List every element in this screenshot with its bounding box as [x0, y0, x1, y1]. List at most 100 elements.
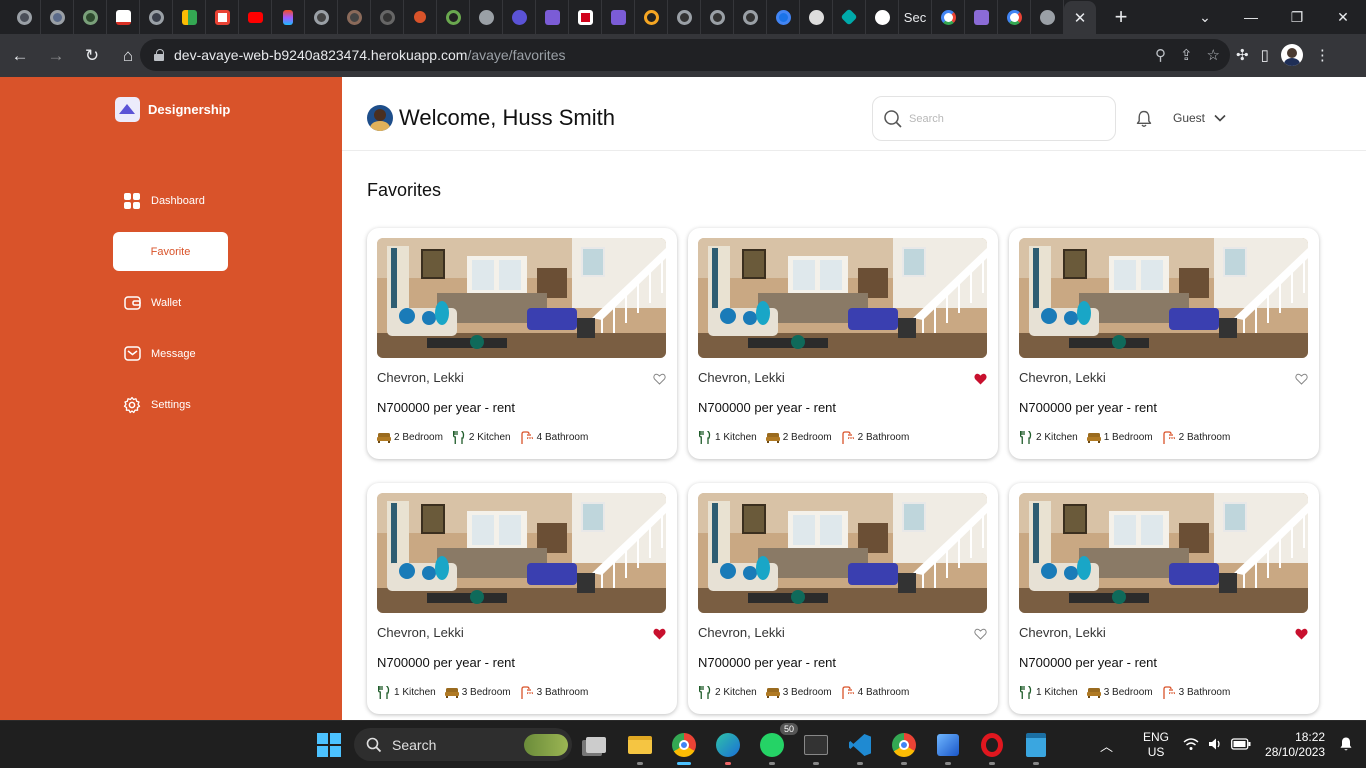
- minimize-icon[interactable]: —: [1228, 0, 1274, 34]
- tab[interactable]: [701, 0, 734, 34]
- tab[interactable]: [800, 0, 833, 34]
- tab[interactable]: [206, 0, 239, 34]
- tab[interactable]: [107, 0, 140, 34]
- tab[interactable]: [371, 0, 404, 34]
- vscode-icon[interactable]: [844, 729, 876, 765]
- battery-icon[interactable]: [1231, 737, 1251, 753]
- tab[interactable]: [8, 0, 41, 34]
- notification-bell-icon[interactable]: [1339, 736, 1353, 755]
- opera-icon[interactable]: [976, 729, 1008, 765]
- property-image[interactable]: [377, 493, 666, 613]
- property-card[interactable]: Chevron, Lekki N700000 per year - rent 2 K…: [688, 483, 998, 714]
- tab[interactable]: [932, 0, 965, 34]
- taskbar-search[interactable]: Search: [354, 728, 572, 761]
- user-role-dropdown[interactable]: Guest: [1173, 107, 1227, 129]
- tab[interactable]: [833, 0, 866, 34]
- tab[interactable]: [569, 0, 602, 34]
- forward-icon[interactable]: →: [40, 40, 72, 72]
- menu-kebab-icon[interactable]: ⋮: [1315, 46, 1330, 64]
- chrome-icon[interactable]: [668, 729, 700, 765]
- back-icon[interactable]: ←: [4, 40, 36, 72]
- notepad-icon[interactable]: [1020, 729, 1052, 765]
- chrome-icon[interactable]: [888, 729, 920, 765]
- sidebar-item-message[interactable]: Message: [113, 334, 228, 373]
- bookmark-star-icon[interactable]: ☆: [1207, 46, 1220, 64]
- sidebar-item-dashboard[interactable]: Dashboard: [113, 181, 228, 220]
- tab[interactable]: [503, 0, 536, 34]
- tab[interactable]: [536, 0, 569, 34]
- windows-start-icon[interactable]: [317, 733, 341, 757]
- tab[interactable]: [734, 0, 767, 34]
- sidebar-item-settings[interactable]: Settings: [113, 385, 228, 424]
- edge-icon[interactable]: [712, 729, 744, 765]
- volume-icon[interactable]: [1207, 737, 1223, 754]
- tab[interactable]: [305, 0, 338, 34]
- brand[interactable]: Designership: [115, 97, 230, 122]
- property-image[interactable]: [698, 493, 987, 613]
- heart-outline-icon[interactable]: [653, 372, 666, 390]
- tab-search-icon[interactable]: ⌄: [1190, 0, 1220, 34]
- clock[interactable]: 18:22 28/10/2023: [1265, 730, 1325, 760]
- property-card[interactable]: Chevron, Lekki N700000 per year - rent 2 B…: [367, 228, 677, 459]
- property-card[interactable]: Chevron, Lekki N700000 per year - rent 1 K…: [367, 483, 677, 714]
- property-image[interactable]: [1019, 493, 1308, 613]
- sidebar-item-wallet[interactable]: Wallet: [113, 283, 228, 322]
- tab[interactable]: [470, 0, 503, 34]
- heart-outline-icon[interactable]: [974, 627, 987, 645]
- tab[interactable]: [338, 0, 371, 34]
- language-indicator[interactable]: ENG US: [1143, 730, 1169, 760]
- tab[interactable]: [140, 0, 173, 34]
- tab[interactable]: [602, 0, 635, 34]
- lock-icon[interactable]: [154, 49, 164, 61]
- tab[interactable]: [998, 0, 1031, 34]
- property-image[interactable]: [377, 238, 666, 358]
- wifi-icon[interactable]: [1183, 737, 1199, 754]
- property-image[interactable]: [698, 238, 987, 358]
- tab[interactable]: [767, 0, 800, 34]
- sidebar-item-favorite[interactable]: Favorite: [113, 232, 228, 271]
- tab[interactable]: [404, 0, 437, 34]
- search-box[interactable]: [872, 96, 1116, 141]
- side-panel-icon[interactable]: ▯: [1261, 46, 1269, 64]
- profile-avatar[interactable]: [1280, 44, 1303, 66]
- tab[interactable]: [74, 0, 107, 34]
- reload-icon[interactable]: ↻: [76, 40, 108, 72]
- chevron-up-icon[interactable]: ︿: [1100, 736, 1113, 755]
- share-icon[interactable]: ⇪: [1180, 46, 1193, 64]
- task-view-icon[interactable]: [580, 729, 612, 761]
- tab[interactable]: [635, 0, 668, 34]
- whatsapp-icon[interactable]: 50: [756, 723, 798, 765]
- heart-outline-icon[interactable]: [1295, 372, 1308, 390]
- notification-bell-icon[interactable]: [1134, 109, 1154, 134]
- property-image[interactable]: [1019, 238, 1308, 358]
- heart-filled-icon[interactable]: [974, 372, 987, 390]
- restore-icon[interactable]: ❐: [1274, 0, 1320, 34]
- property-card[interactable]: Chevron, Lekki N700000 per year - rent 2 K…: [1009, 228, 1319, 459]
- tab[interactable]: [272, 0, 305, 34]
- tab[interactable]: [668, 0, 701, 34]
- search-input[interactable]: [909, 112, 1109, 125]
- heart-filled-icon[interactable]: [653, 627, 666, 645]
- active-tab[interactable]: ✕: [1064, 1, 1096, 35]
- extensions-icon[interactable]: ✣: [1236, 46, 1249, 64]
- tab[interactable]: [239, 0, 272, 34]
- tab[interactable]: [866, 0, 899, 34]
- new-tab-button[interactable]: +: [1106, 0, 1136, 34]
- property-card[interactable]: Chevron, Lekki N700000 per year - rent 1 K…: [1009, 483, 1319, 714]
- address-bar[interactable]: dev-avaye-web-b9240a823474.herokuapp.com…: [140, 39, 1230, 71]
- tab[interactable]: [173, 0, 206, 34]
- close-tab-icon[interactable]: ✕: [1074, 9, 1087, 27]
- user-avatar[interactable]: [367, 105, 393, 131]
- heart-filled-icon[interactable]: [1295, 627, 1308, 645]
- zoom-icon[interactable]: ⚲: [1155, 46, 1166, 64]
- tab[interactable]: [437, 0, 470, 34]
- close-window-icon[interactable]: ✕: [1320, 0, 1366, 34]
- property-card[interactable]: Chevron, Lekki N700000 per year - rent 1 K…: [688, 228, 998, 459]
- file-explorer-icon[interactable]: [624, 729, 656, 765]
- terminal-icon[interactable]: [800, 729, 832, 765]
- tab[interactable]: [1031, 0, 1064, 34]
- tab[interactable]: Sec: [899, 0, 932, 34]
- tab[interactable]: [965, 0, 998, 34]
- tab[interactable]: [41, 0, 74, 34]
- photos-icon[interactable]: [932, 729, 964, 765]
